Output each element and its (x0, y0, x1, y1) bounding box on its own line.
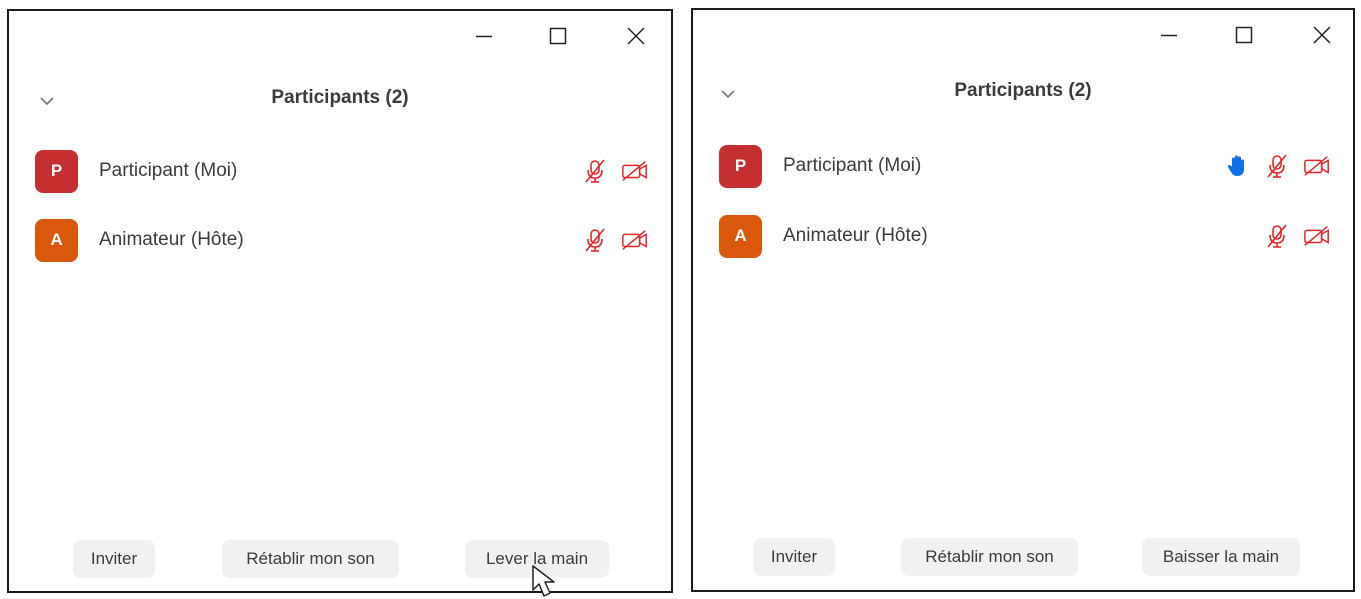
participant-row[interactable]: A Animateur (Hôte) (35, 217, 657, 263)
participant-name: Animateur (Hôte) (783, 225, 928, 246)
panel-title: Participants (2) (271, 87, 409, 108)
minimize-icon[interactable] (471, 23, 497, 49)
mic-muted-icon (1263, 223, 1291, 249)
participants-panel-after: Participants (2) P Participant (Moi) A A… (691, 8, 1355, 592)
mic-muted-icon (1263, 153, 1291, 179)
mic-muted-icon (581, 227, 609, 253)
close-icon[interactable] (1309, 22, 1335, 48)
avatar: A (719, 214, 762, 258)
participant-row[interactable]: A Animateur (Hôte) (719, 213, 1339, 259)
video-off-icon (621, 158, 649, 184)
participant-name: Participant (Moi) (99, 160, 238, 181)
avatar: P (719, 144, 762, 188)
minimize-icon[interactable] (1156, 22, 1182, 48)
participant-name: Participant (Moi) (783, 155, 922, 176)
panel-title: Participants (2) (954, 80, 1092, 101)
maximize-icon[interactable] (1231, 22, 1257, 48)
participants-panel-before: Participants (2) P Participant (Moi) A A… (7, 9, 673, 593)
participant-row[interactable]: P Participant (Moi) (35, 148, 657, 194)
participant-name: Animateur (Hôte) (99, 229, 244, 250)
lower-hand-button[interactable]: Baisser la main (1142, 538, 1300, 576)
raised-hand-icon (1223, 153, 1251, 179)
mic-muted-icon (581, 158, 609, 184)
invite-button[interactable]: Inviter (753, 538, 835, 576)
mouse-pointer-icon (532, 565, 555, 597)
video-off-icon (1303, 153, 1331, 179)
maximize-icon[interactable] (545, 23, 571, 49)
invite-button[interactable]: Inviter (73, 540, 155, 578)
unmute-button[interactable]: Rétablir mon son (222, 540, 399, 578)
video-off-icon (1303, 223, 1331, 249)
avatar: A (35, 218, 78, 262)
avatar: P (35, 149, 78, 193)
participant-row[interactable]: P Participant (Moi) (719, 143, 1339, 189)
video-off-icon (621, 227, 649, 253)
close-icon[interactable] (623, 23, 649, 49)
unmute-button[interactable]: Rétablir mon son (901, 538, 1078, 576)
